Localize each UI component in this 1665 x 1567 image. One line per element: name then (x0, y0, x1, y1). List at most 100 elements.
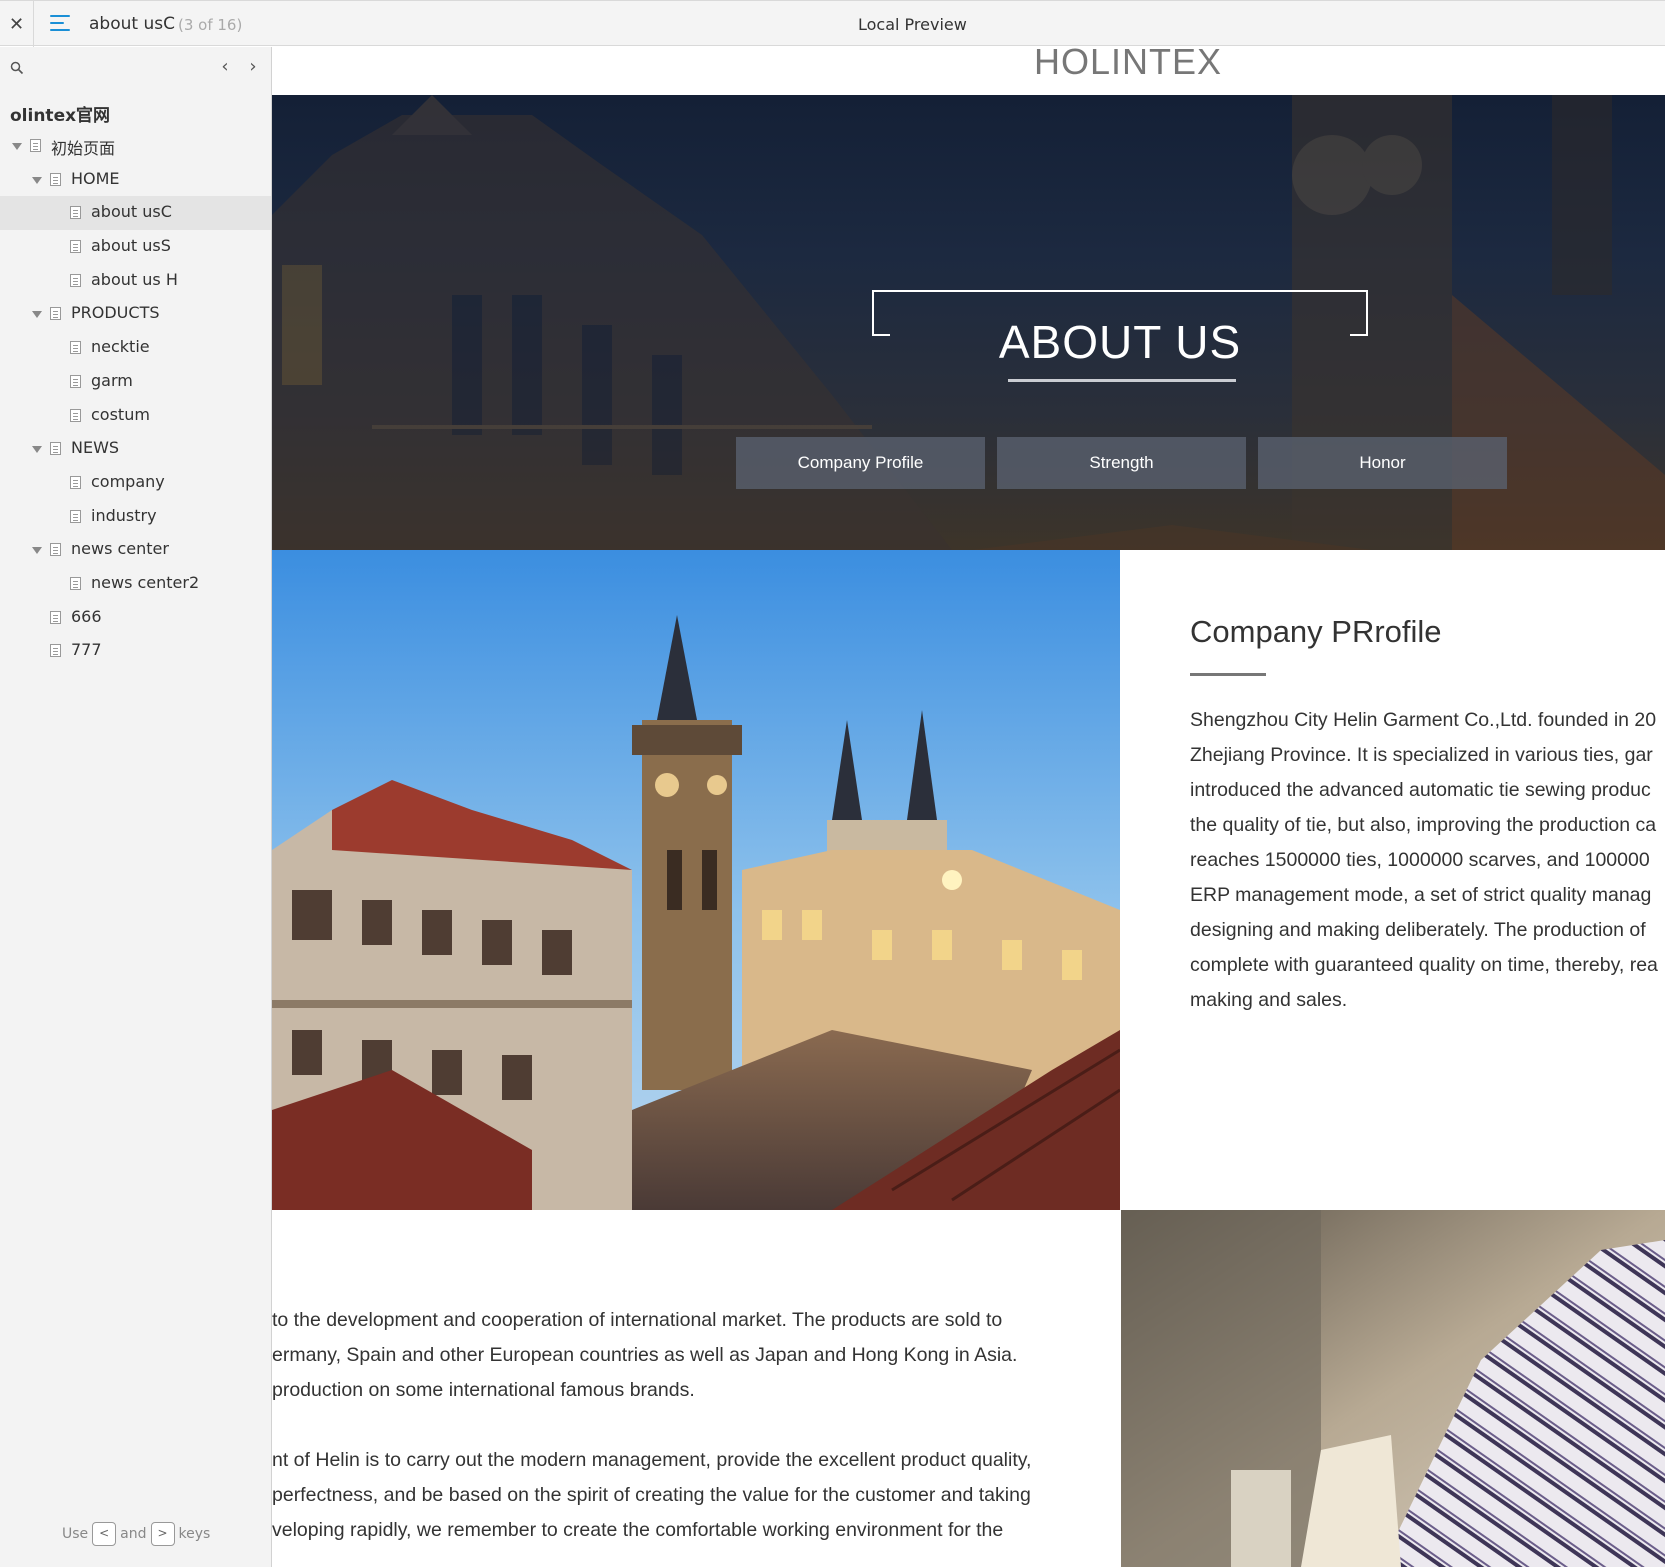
preview-label: Local Preview (858, 15, 967, 34)
left-key-icon: < (92, 1522, 117, 1546)
page-icon (50, 644, 61, 658)
caret-down-icon[interactable] (12, 141, 22, 151)
page-icon (70, 206, 81, 220)
page-icon (70, 374, 81, 388)
strength-line: nt of Helin is to carry out the modern m… (272, 1449, 1032, 1471)
page-icon (50, 543, 61, 557)
sidebar-item-label: PRODUCTS (71, 303, 160, 323)
page-icon (70, 509, 81, 523)
sidebar-item-about-uss[interactable]: about usS (0, 230, 271, 264)
hint-use: Use (62, 1526, 89, 1542)
company-profile-title: Company PRrofile (1190, 614, 1442, 649)
previous-page-button[interactable]: ‹ (215, 56, 235, 78)
site-logo[interactable]: HOLINTEX (1034, 47, 1222, 83)
sidebar-item-初始页面[interactable]: 初始页面 (0, 129, 271, 163)
prague-city-photo (272, 550, 1120, 1210)
sidebar-item-company[interactable]: company (0, 466, 271, 500)
sidebar-item-news[interactable]: NEWS (0, 432, 271, 466)
profile-line: Shengzhou City Helin Garment Co.,Ltd. fo… (1190, 709, 1657, 731)
sidebar-item-products[interactable]: PRODUCTS (0, 297, 271, 331)
strength-line: ermany, Spain and other European countri… (272, 1344, 1018, 1366)
sidebar-item-garm[interactable]: garm (0, 365, 271, 399)
sidebar-item-666[interactable]: 666 (0, 601, 271, 635)
hero-title-underline (1008, 379, 1236, 382)
sidebar-item-label: about usC (91, 202, 172, 222)
sidebar-item-costum[interactable]: costum (0, 399, 271, 433)
profile-line: designing and making deliberately. The p… (1190, 919, 1646, 941)
profile-line: Zhejiang Province. It is specialized in … (1190, 744, 1653, 766)
page-icon (30, 139, 41, 152)
caret-down-icon[interactable] (32, 545, 42, 555)
tab-strength[interactable]: Strength (997, 437, 1246, 489)
profile-line: reaches 1500000 ties, 1000000 scarves, a… (1190, 849, 1650, 871)
sidebar-item-label: about us H (91, 269, 178, 289)
strength-text: to the development and cooperation of in… (272, 1303, 1120, 1548)
sidebar-item-about-us-h[interactable]: about us H (0, 264, 271, 298)
profile-line: introduced the advanced automatic tie se… (1190, 779, 1651, 801)
tab-company-profile[interactable]: Company Profile (736, 437, 985, 489)
profile-line: the quality of tie, but also, improving … (1190, 814, 1657, 836)
sidebar-item-label: necktie (91, 337, 150, 357)
caret-down-icon[interactable] (32, 444, 42, 454)
profile-line: complete with guaranteed quality on time… (1190, 954, 1658, 976)
tab-honor[interactable]: Honor (1258, 437, 1507, 489)
hero-title: ABOUT US (998, 316, 1242, 368)
sidebar-item-about-usc[interactable]: about usC (0, 196, 271, 231)
caret-down-icon[interactable] (32, 175, 42, 185)
profile-line: making and sales. (1190, 989, 1348, 1011)
sidebar-item-label: NEWS (71, 438, 120, 458)
hint-and: and (120, 1526, 147, 1542)
page-icon (70, 576, 81, 590)
page-icon (70, 240, 81, 254)
profile-line: ERP management mode, a set of strict qua… (1190, 884, 1652, 906)
sidebar-item-label: company (91, 471, 165, 491)
menu-icon[interactable] (50, 15, 70, 31)
sidebar-item-label: 666 (71, 606, 102, 626)
sidebar-item-label: 初始页面 (51, 139, 116, 158)
page-icon (50, 442, 61, 456)
page-count: (3 of 16) (178, 16, 243, 34)
company-profile-text: Shengzhou City Helin Garment Co.,Ltd. fo… (1190, 703, 1665, 1018)
page-tree: 初始页面 HOME about usC about usS about us H PROD… (0, 129, 272, 668)
sidebar-item-label: garm (91, 370, 133, 390)
sidebar-item-news-center[interactable]: news center (0, 533, 271, 567)
strength-line: veloping rapidly, we remember to create … (272, 1519, 1004, 1541)
keyboard-hint: Use < and > keys (62, 1522, 210, 1546)
necktie-photo (1121, 1210, 1665, 1567)
sidebar-item-label: about usS (91, 236, 171, 256)
sidebar-item-label: industry (91, 505, 157, 525)
search-icon[interactable] (10, 61, 24, 75)
sidebar-item-news-center2[interactable]: news center2 (0, 567, 271, 601)
company-profile-rule (1190, 673, 1266, 676)
page-icon (70, 475, 81, 489)
project-title: olintex官网 (10, 106, 111, 126)
page-icon (50, 610, 61, 624)
sidebar-item-home[interactable]: HOME (0, 163, 271, 197)
hint-keys: keys (178, 1526, 211, 1542)
current-page-name: about usC (89, 14, 175, 34)
sidebar-item-industry[interactable]: industry (0, 500, 271, 534)
top-toolbar: ✕ about usC (3 of 16) Local Preview (0, 0, 1665, 47)
page-tree-sidebar: ‹ › olintex官网 初始页面 HOME about usC about usS… (0, 47, 272, 1567)
page-icon (50, 172, 61, 186)
strength-line: perfectness, and be based on the spirit … (272, 1484, 1031, 1506)
strength-line: to the development and cooperation of in… (272, 1309, 1003, 1331)
page-icon (70, 273, 81, 287)
page-icon (70, 408, 81, 422)
next-page-button[interactable]: › (243, 56, 263, 78)
close-button[interactable]: ✕ (0, 1, 34, 47)
caret-down-icon[interactable] (32, 309, 42, 319)
sidebar-item-label: costum (91, 404, 150, 424)
page-icon (70, 341, 81, 355)
sidebar-item-necktie[interactable]: necktie (0, 331, 271, 365)
page-preview: HOLINTEX ABOUT US Company Profile Streng… (272, 47, 1665, 1567)
hero-banner: ABOUT US Company Profile Strength Honor (272, 95, 1665, 550)
sidebar-item-label: news center (71, 539, 169, 559)
strength-line-gap (272, 1408, 1120, 1443)
sidebar-item-label: 777 (71, 640, 102, 660)
sidebar-item-label: HOME (71, 168, 120, 188)
sidebar-item-777[interactable]: 777 (0, 634, 271, 668)
page-icon (50, 307, 61, 321)
strength-line: production on some international famous … (272, 1379, 695, 1401)
sidebar-item-label: news center2 (91, 572, 200, 592)
